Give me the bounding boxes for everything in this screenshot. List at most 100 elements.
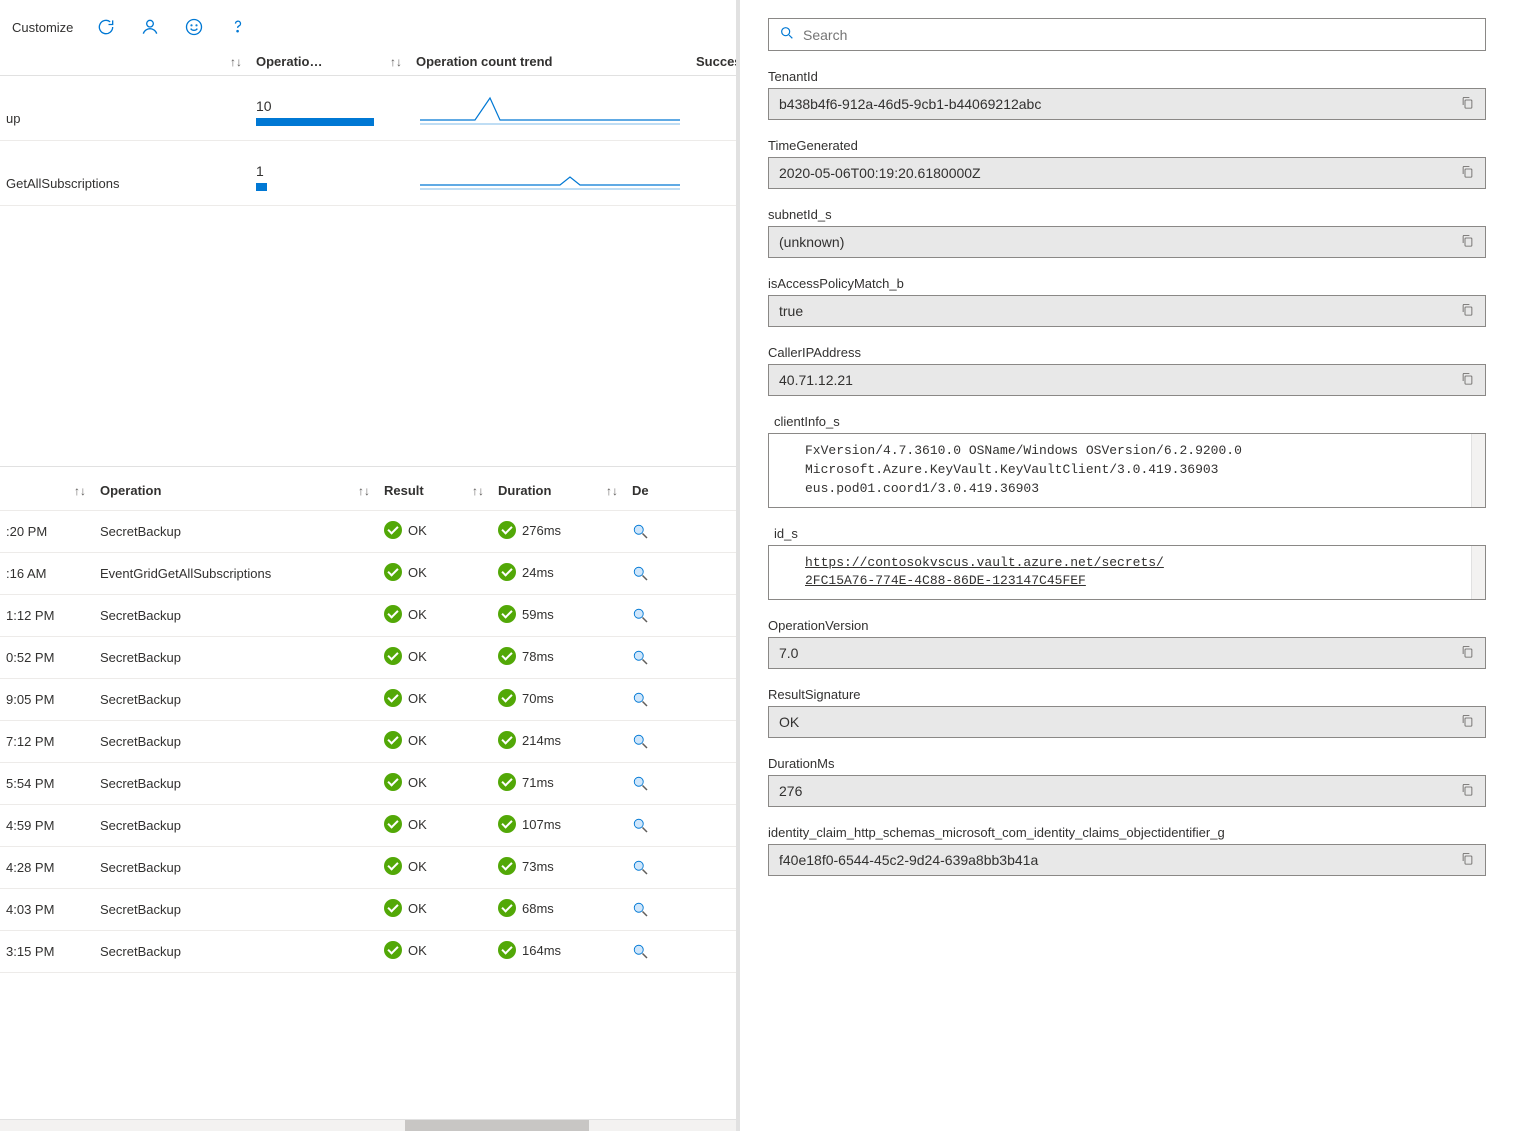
table-row[interactable]: 4:28 PM SecretBackup OK 73ms: [0, 847, 736, 889]
sort-icon[interactable]: ↑↓: [220, 55, 250, 69]
col-operation[interactable]: Operation: [94, 483, 354, 498]
field-value-box[interactable]: 7.0: [768, 637, 1486, 669]
field-value-box[interactable]: (unknown): [768, 226, 1486, 258]
table-row[interactable]: 4:59 PM SecretBackup OK 107ms: [0, 805, 736, 847]
table-row[interactable]: 4:03 PM SecretBackup OK 68ms: [0, 889, 736, 931]
success-icon: [498, 773, 516, 791]
sort-icon[interactable]: ↑↓: [602, 484, 626, 498]
left-pane: Customize ↑↓ Operatio… ↑↓ Operation coun…: [0, 0, 740, 1131]
sort-icon[interactable]: ↑↓: [70, 484, 94, 498]
success-icon: [498, 605, 516, 623]
table-row[interactable]: 1:12 PM SecretBackup OK 59ms: [0, 595, 736, 637]
refresh-icon[interactable]: [95, 16, 117, 38]
cell-time: 7:12 PM: [0, 734, 70, 749]
field-value-box[interactable]: 276: [768, 775, 1486, 807]
details-button[interactable]: [626, 523, 666, 541]
cell-result: OK: [378, 857, 468, 878]
col-trend[interactable]: Operation count trend: [410, 54, 690, 69]
col-operation-count[interactable]: Operatio…: [250, 54, 380, 69]
details-button[interactable]: [626, 565, 666, 583]
cell-duration: 71ms: [492, 773, 602, 794]
field-value-box[interactable]: 2020-05-06T00:19:20.6180000Z: [768, 157, 1486, 189]
success-icon: [384, 731, 402, 749]
copy-icon[interactable]: [1460, 302, 1475, 320]
cell-time: 5:54 PM: [0, 776, 70, 791]
cell-result: OK: [378, 605, 468, 626]
cell-result: OK: [378, 647, 468, 668]
copy-icon[interactable]: [1460, 782, 1475, 800]
search-field[interactable]: [803, 27, 1475, 43]
copy-icon[interactable]: [1460, 95, 1475, 113]
table-row[interactable]: 5:54 PM SecretBackup OK 71ms: [0, 763, 736, 805]
summary-row[interactable]: up 10: [0, 76, 736, 141]
customize-button[interactable]: Customize: [12, 20, 73, 35]
details-button[interactable]: [626, 859, 666, 877]
details-pane: TenantId b438b4f6-912a-46d5-9cb1-b440692…: [740, 0, 1514, 1131]
success-icon: [384, 899, 402, 917]
success-icon: [498, 563, 516, 581]
copy-icon[interactable]: [1460, 644, 1475, 662]
field-value-box[interactable]: true: [768, 295, 1486, 327]
field-value-box[interactable]: 40.71.12.21: [768, 364, 1486, 396]
success-icon: [384, 857, 402, 875]
field-label: id_s: [768, 526, 1486, 541]
success-icon: [384, 605, 402, 623]
copy-icon[interactable]: [1460, 713, 1475, 731]
cell-operation: SecretBackup: [94, 902, 354, 917]
copy-icon[interactable]: [1460, 233, 1475, 251]
col-result[interactable]: Result: [378, 483, 468, 498]
details-button[interactable]: [626, 901, 666, 919]
table-row[interactable]: 3:15 PM SecretBackup OK 164ms: [0, 931, 736, 973]
field-value-box[interactable]: f40e18f0-6544-45c2-9d24-639a8bb3b41a: [768, 844, 1486, 876]
help-icon[interactable]: [227, 16, 249, 38]
copy-icon[interactable]: [1460, 851, 1475, 869]
table-row[interactable]: :20 PM SecretBackup OK 276ms: [0, 511, 736, 553]
details-button[interactable]: [626, 733, 666, 751]
summary-row[interactable]: GetAllSubscriptions 1: [0, 141, 736, 206]
scrollbar-thumb[interactable]: [405, 1120, 589, 1131]
field-textarea[interactable]: https://contosokvscus.vault.azure.net/se…: [768, 545, 1486, 601]
copy-icon[interactable]: [1460, 371, 1475, 389]
vertical-scrollbar[interactable]: [1471, 434, 1485, 507]
sort-icon[interactable]: ↑↓: [354, 484, 378, 498]
details-button[interactable]: [626, 649, 666, 667]
field-textarea[interactable]: FxVersion/4.7.3610.0 OSName/Windows OSVe…: [768, 433, 1486, 508]
details-button[interactable]: [626, 691, 666, 709]
details-button[interactable]: [626, 817, 666, 835]
details-button[interactable]: [626, 943, 666, 961]
field-value-box[interactable]: b438b4f6-912a-46d5-9cb1-b44069212abc: [768, 88, 1486, 120]
cell-result: OK: [378, 773, 468, 794]
col-success[interactable]: Success: [690, 54, 740, 69]
search-input[interactable]: [768, 18, 1486, 51]
field-durationms: DurationMs 276: [768, 756, 1486, 807]
horizontal-scrollbar[interactable]: [0, 1119, 736, 1131]
sort-icon[interactable]: ↑↓: [380, 55, 410, 69]
cell-duration: 59ms: [492, 605, 602, 626]
field-label: subnetId_s: [768, 207, 1486, 222]
cell-operation: SecretBackup: [94, 650, 354, 665]
field-value-box[interactable]: OK: [768, 706, 1486, 738]
field-value: FxVersion/4.7.3610.0 OSName/Windows OSVe…: [781, 442, 1457, 499]
field-value: 2020-05-06T00:19:20.6180000Z: [779, 165, 1460, 181]
field-subnetid: subnetId_s (unknown): [768, 207, 1486, 258]
details-button[interactable]: [626, 775, 666, 793]
table-row[interactable]: 9:05 PM SecretBackup OK 70ms: [0, 679, 736, 721]
vertical-scrollbar[interactable]: [1471, 546, 1485, 600]
person-icon[interactable]: [139, 16, 161, 38]
success-icon: [384, 647, 402, 665]
sort-icon[interactable]: ↑↓: [468, 484, 492, 498]
cell-duration: 70ms: [492, 689, 602, 710]
cell-duration: 68ms: [492, 899, 602, 920]
success-icon: [384, 815, 402, 833]
table-row[interactable]: 7:12 PM SecretBackup OK 214ms: [0, 721, 736, 763]
success-icon: [384, 521, 402, 539]
cell-time: :20 PM: [0, 524, 70, 539]
copy-icon[interactable]: [1460, 164, 1475, 182]
col-details[interactable]: De: [626, 483, 666, 498]
table-row[interactable]: 0:52 PM SecretBackup OK 78ms: [0, 637, 736, 679]
table-row[interactable]: :16 AM EventGridGetAllSubscriptions OK 2…: [0, 553, 736, 595]
col-duration[interactable]: Duration: [492, 483, 602, 498]
feedback-smile-icon[interactable]: [183, 16, 205, 38]
search-icon: [779, 25, 795, 44]
details-button[interactable]: [626, 607, 666, 625]
